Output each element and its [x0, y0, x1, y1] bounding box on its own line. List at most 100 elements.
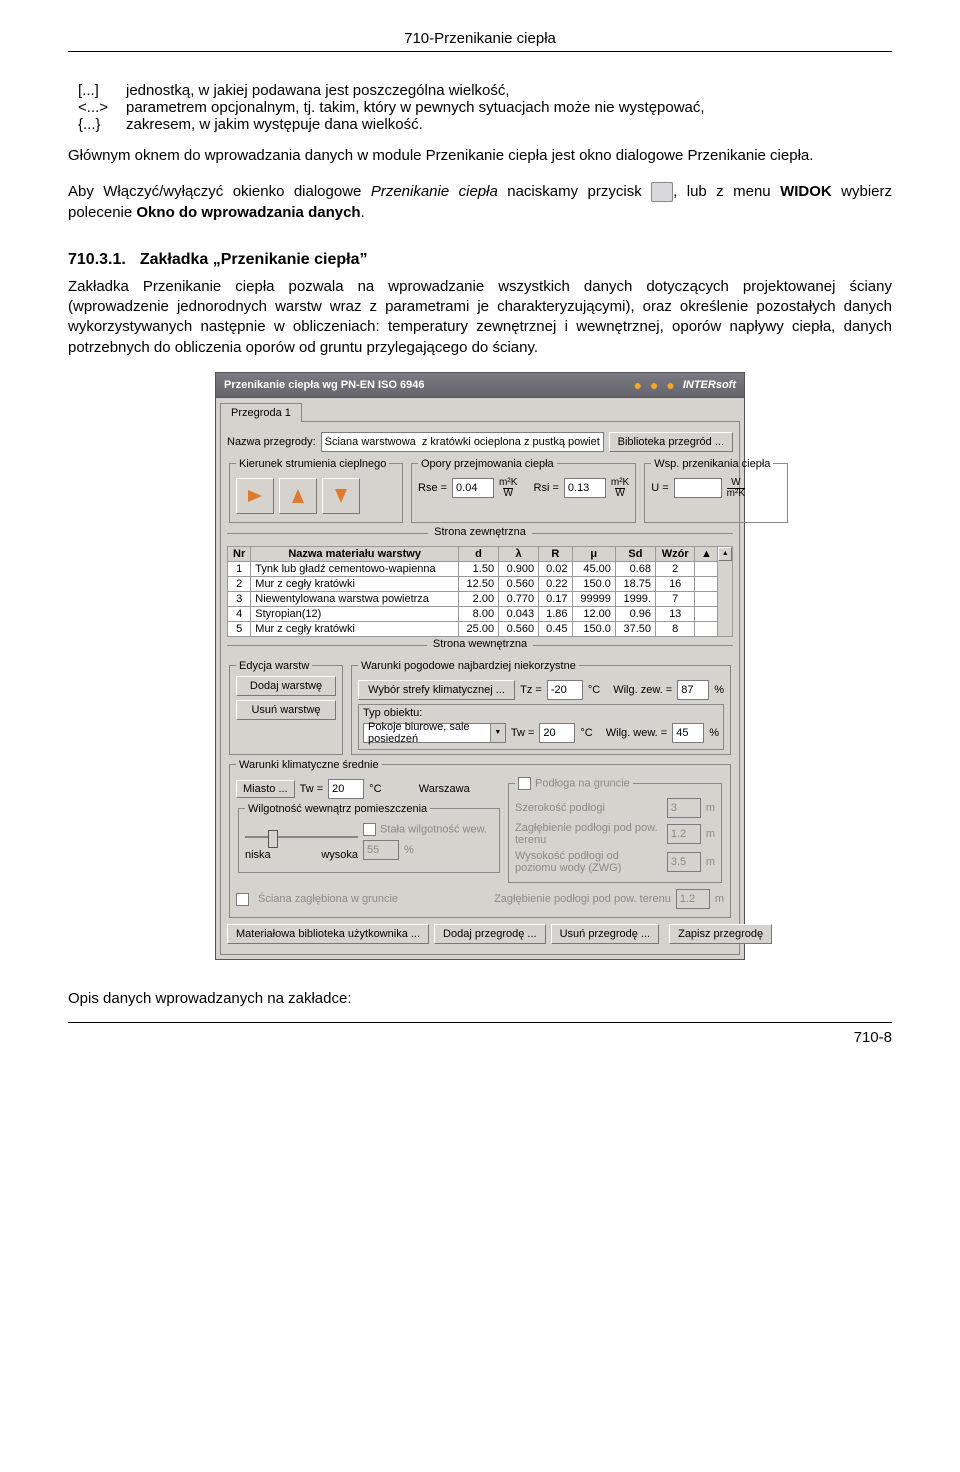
tw-unit: °C [580, 727, 592, 739]
final-caption: Opis danych wprowadzanych na zakładce: [68, 990, 892, 1007]
wilg-wew-input[interactable] [672, 723, 704, 743]
footer-rule [68, 1022, 892, 1023]
arrow-up-icon [292, 489, 304, 503]
pct-1: % [714, 684, 724, 696]
wilg-wew-label: Wilg. wew. = [606, 727, 667, 739]
table-header: λ [499, 546, 539, 561]
header-rule [68, 51, 892, 52]
fs-wilgwew-legend: Wilgotność wewnątrz pomieszczenia [245, 803, 430, 815]
section-body: Zakładka Przenikanie ciepła pozwala na w… [68, 277, 892, 358]
dir-down-button[interactable] [322, 478, 360, 514]
twavg-unit: °C [369, 783, 381, 795]
u-input[interactable] [674, 478, 722, 498]
wilg-zew-label: Wilg. zew. = [613, 684, 672, 696]
stala-checkbox[interactable] [363, 823, 376, 836]
fs-edit-legend: Edycja warstw [236, 660, 312, 672]
dialog-przenikanie: Przenikanie ciepła wg PN-EN ISO 6946 ● ●… [215, 372, 745, 960]
biblioteka-button[interactable]: Biblioteka przegród ... [609, 432, 733, 452]
slider-low: niska [245, 849, 271, 861]
rse-input[interactable] [452, 478, 494, 498]
fs-klim-legend: Warunki klimatyczne średnie [236, 759, 382, 771]
rsi-input[interactable] [564, 478, 606, 498]
tw-input[interactable] [539, 723, 575, 743]
table-row[interactable]: 3Niewentylowana warstwa powietrza2.000.7… [228, 591, 718, 606]
table-scrollbar[interactable]: ▲ [718, 546, 733, 637]
rse-label: Rse = [418, 482, 447, 494]
strefa-button[interactable]: Wybór strefy klimatycznej ... [358, 680, 515, 700]
save-przegroda-button[interactable]: Zapisz przegrodę [669, 924, 772, 944]
matlib-button[interactable]: Materiałowa biblioteka użytkownika ... [227, 924, 429, 944]
pct-2: % [709, 727, 719, 739]
add-layer-button[interactable]: Dodaj warstwę [236, 676, 336, 696]
stala-label: Stała wilgotność wew. [380, 823, 487, 835]
podloga-checkbox[interactable] [518, 777, 531, 790]
typ-label: Typ obiektu: [363, 707, 719, 719]
slider-high: wysoka [321, 849, 358, 861]
dialog-titlebar[interactable]: Przenikanie ciepła wg PN-EN ISO 6946 ● ●… [215, 372, 745, 397]
table-header: Sd [615, 546, 655, 561]
page-footer: 710-8 [68, 1029, 892, 1046]
page-header: 710-Przenikanie ciepła [68, 30, 892, 47]
sciana-label: Ściana zagłębiona w gruncie [258, 893, 398, 905]
fs-kierunek-legend: Kierunek strumienia cieplnego [236, 458, 389, 470]
dir-up-button[interactable] [279, 478, 317, 514]
tw-label: Tw = [511, 727, 535, 739]
table-row[interactable]: 1Tynk lub gładź cementowo-wapienna1.500.… [228, 561, 718, 576]
tz-input[interactable] [547, 680, 583, 700]
def-txt-2: parametrem opcjonalnym, tj. takim, który… [126, 99, 892, 116]
stala-input [363, 840, 399, 860]
zagt-input [667, 824, 701, 844]
nazwa-label: Nazwa przegrody: [227, 436, 316, 448]
table-header: Nazwa materiału warstwy [251, 546, 459, 561]
fs-podloga-legend: Podłoga na gruncie [535, 777, 630, 789]
def-txt-1: jednostką, w jakiej podawana jest poszcz… [126, 82, 892, 99]
tz-label: Tz = [520, 684, 542, 696]
zagt-label: Zagłębienie podłogi pod pow. terenu [515, 822, 662, 846]
wys-input [667, 852, 701, 872]
table-row[interactable]: 2Mur z cegły kratówki12.500.5600.22150.0… [228, 576, 718, 591]
table-header: d [459, 546, 499, 561]
sciana-checkbox[interactable] [236, 893, 249, 906]
u-unit: Wm²K [727, 478, 745, 499]
zag2-label: Zagłębienie podłogi pod pow. terenu [403, 893, 671, 905]
arrow-right-icon [248, 490, 262, 502]
fs-opory-legend: Opory przejmowania ciepła [418, 458, 557, 470]
def-sym-2: <...> [68, 99, 126, 116]
del-layer-button[interactable]: Usuń warstwę [236, 700, 336, 720]
add-przegroda-button[interactable]: Dodaj przegrodę ... [434, 924, 546, 944]
wilg-zew-input[interactable] [677, 680, 709, 700]
scroll-up-icon[interactable]: ▲ [718, 547, 732, 561]
chevron-down-icon: ▼ [490, 724, 505, 742]
table-row[interactable]: 4Styropian(12)8.000.0431.8612.000.9613 [228, 606, 718, 621]
brand-label: INTERsoft [683, 379, 736, 391]
dialog-title: Przenikanie ciepła wg PN-EN ISO 6946 [224, 379, 425, 391]
intro-p2: Aby Włączyć/wyłączyć okienko dialogowe P… [68, 182, 892, 223]
def-sym-3: {...} [68, 116, 126, 133]
layers-table[interactable]: NrNazwa materiału warstwydλRμSdWzór▲ 1Ty… [227, 546, 718, 637]
miasto-value: Warszawa [387, 783, 502, 795]
table-header: Wzór [655, 546, 694, 561]
u-label: U = [651, 482, 668, 494]
tab-przegroda-1[interactable]: Przegroda 1 [220, 403, 302, 422]
tz-unit: °C [588, 684, 600, 696]
toggle-panel-icon [651, 182, 673, 202]
del-przegroda-button[interactable]: Usuń przegrodę ... [551, 924, 660, 944]
def-txt-3: zakresem, w jakim występuje dana wielkoś… [126, 116, 892, 133]
titlebar-dots-icon: ● ● ● [634, 377, 677, 393]
typ-select[interactable]: Pokoje biurowe, sale posiedzeń▼ [363, 723, 506, 743]
wilgotnosc-slider[interactable] [245, 827, 358, 847]
miasto-button[interactable]: Miasto ... [236, 780, 295, 798]
wys-label: Wysokość podłogi od poziomu wody (ZWG) [515, 850, 662, 874]
szer-input [667, 798, 701, 818]
arrow-down-icon [335, 489, 347, 503]
fs-pogoda-legend: Warunki pogodowe najbardziej niekorzystn… [358, 660, 579, 672]
table-row[interactable]: 5Mur z cegły kratówki25.000.5600.45150.0… [228, 621, 718, 636]
twavg-input[interactable] [328, 779, 364, 799]
intro-p1: Głównym oknem do wprowadzania danych w m… [68, 146, 892, 166]
rsi-unit: m²KW [611, 478, 629, 499]
zag2-input [676, 889, 710, 909]
table-header: R [539, 546, 572, 561]
nazwa-input[interactable] [321, 432, 604, 452]
section-heading: 710.3.1.Zakładka „Przenikanie ciepła” [68, 251, 892, 269]
dir-horizontal-button[interactable] [236, 478, 274, 514]
